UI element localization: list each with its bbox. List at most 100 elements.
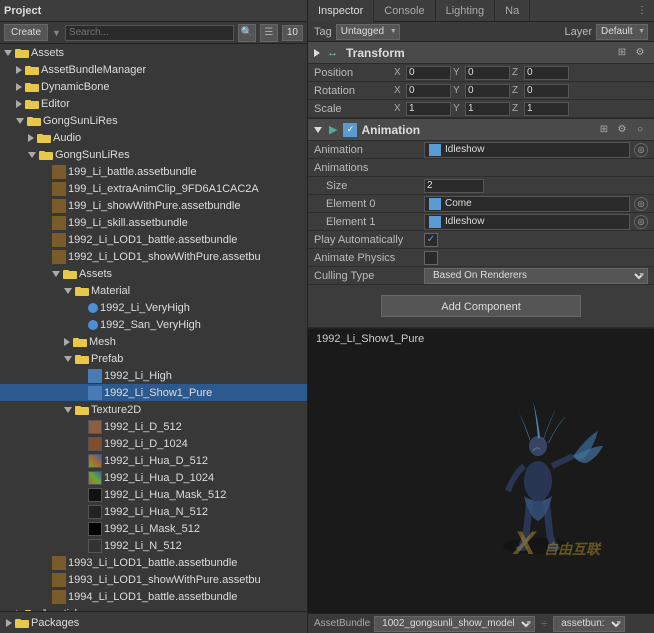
tree-item-1993-lod1-show[interactable]: 1993_Li_LOD1_showWithPure.assetbu [0, 571, 307, 588]
tab-inspector[interactable]: Inspector [308, 0, 374, 22]
tab-na[interactable]: Na [495, 0, 530, 22]
tree-item-editor[interactable]: Editor [0, 95, 307, 112]
size-row: Size [308, 177, 654, 195]
layer-select[interactable]: Default [596, 24, 648, 40]
culling-select[interactable]: Based On Renderers [424, 268, 648, 284]
element0-clip-field: Come [424, 196, 630, 212]
tree-item-199-skill[interactable]: 199_Li_skill.assetbundle [0, 214, 307, 231]
size-input[interactable] [424, 179, 484, 193]
packages-section[interactable]: Packages [0, 611, 307, 633]
tree-item-1992-hua-d-1024[interactable]: 1992_Li_Hua_D_1024 [0, 469, 307, 486]
tree-item-audio[interactable]: Audio [0, 129, 307, 146]
layer-select-wrapper: Default [596, 24, 648, 40]
item-count: 10 [282, 25, 303, 41]
pos-x-input[interactable] [406, 66, 451, 80]
inspector-panel: Inspector Console Lighting Na ⋮ Tag Unta… [308, 0, 654, 633]
scale-y-input[interactable] [465, 102, 510, 116]
project-title: Project [4, 5, 41, 17]
tab-console-label: Console [384, 5, 424, 17]
tree-item-assetbundlemanager[interactable]: AssetBundleManager [0, 61, 307, 78]
tree-item-1992-lod1-battle[interactable]: 1992_Li_LOD1_battle.assetbundle [0, 231, 307, 248]
rot-y-input[interactable] [465, 84, 510, 98]
variant-select[interactable]: assetbun: [553, 616, 625, 632]
tree-item-1992-mask-512[interactable]: 1992_Li_Mask_512 [0, 520, 307, 537]
tree-label: AssetBundleManager [41, 64, 146, 76]
assetbundle-select[interactable]: 1002_gongsunli_show_model [374, 616, 535, 632]
anim-icon-btn-2[interactable]: ⚙ [614, 122, 630, 138]
add-component-button[interactable]: Add Component [381, 295, 581, 317]
tree-item-prefab[interactable]: Prefab [0, 350, 307, 367]
tree-item-1992-li-high[interactable]: 1992_Li_High [0, 367, 307, 384]
animation-pick-btn[interactable]: ◎ [634, 143, 648, 157]
tree-item-1993-lod1-battle[interactable]: 1993_Li_LOD1_battle.assetbundle [0, 554, 307, 571]
tree-item-199-extra[interactable]: 199_Li_extraAnimClip_9FD6A1CAC2A [0, 180, 307, 197]
element0-label: Element 0 [314, 198, 424, 210]
tree-item-1992-show1-pure[interactable]: 1992_Li_Show1_Pure [0, 384, 307, 401]
assetbundle-label: AssetBundle [314, 618, 370, 629]
tree-label: Assets [31, 47, 64, 59]
animation-section: ▶ ✓ Animation ⊞ ⚙ ○ Animation Idleshow ◎ [308, 119, 654, 285]
create-button[interactable]: Create [4, 24, 48, 41]
tree-item-1992-lod1-show[interactable]: 1992_Li_LOD1_showWithPure.assetbu [0, 248, 307, 265]
filter-icon[interactable]: ☰ [260, 24, 278, 42]
tree-item-assets-root[interactable]: Assets [0, 44, 307, 61]
size-value [424, 179, 648, 193]
tree-item-1992-d-512[interactable]: 1992_Li_D_512 [0, 418, 307, 435]
pos-y-input[interactable] [465, 66, 510, 80]
play-auto-checkbox[interactable]: ✓ [424, 233, 438, 247]
scale-z-input[interactable] [524, 102, 569, 116]
tree-item-dynamicbone[interactable]: DynamicBone [0, 78, 307, 95]
tree-label: 1992_Li_D_1024 [104, 438, 188, 450]
svg-text:自由互联: 自由互联 [544, 541, 602, 557]
scale-x-input[interactable] [406, 102, 451, 116]
position-coords: X Y Z [394, 66, 648, 80]
pos-z-input[interactable] [524, 66, 569, 80]
tree-item-1992-hua-d-512[interactable]: 1992_Li_Hua_D_512 [0, 452, 307, 469]
tree-item-1992-n-512[interactable]: 1992_Li_N_512 [0, 537, 307, 554]
transform-header: ↔ Transform ⊞ ⚙ [308, 42, 654, 64]
tab-lighting-label: Lighting [446, 5, 485, 17]
tag-select[interactable]: Untagged [336, 24, 400, 40]
anim-icon-btn-3[interactable]: ○ [632, 122, 648, 138]
rot-z-input[interactable] [524, 84, 569, 98]
tree-item-mesh[interactable]: Mesh [0, 333, 307, 350]
tree-label: 199_Li_extraAnimClip_9FD6A1CAC2A [68, 183, 259, 195]
tree-item-texture2d[interactable]: Texture2D [0, 401, 307, 418]
rot-z-label: Z [512, 85, 522, 96]
tree-item-1994-lod1-battle[interactable]: 1994_Li_LOD1_battle.assetbundle [0, 588, 307, 605]
tree-item-1992-san-veryhigh[interactable]: 1992_San_VeryHigh [0, 316, 307, 333]
tree-item-gongsunlires-parent[interactable]: GongSunLiRes [0, 112, 307, 129]
tab-lighting[interactable]: Lighting [436, 0, 496, 22]
tree-item-1992-hua-n-512[interactable]: 1992_Li_Hua_N_512 [0, 503, 307, 520]
transform-icon-btn-2[interactable]: ⚙ [632, 45, 648, 61]
tree-label: Assets [79, 268, 112, 280]
panel-options-btn[interactable]: ⋮ [634, 3, 650, 19]
tree-item-gongsunlires-child[interactable]: GongSunLiRes [0, 146, 307, 163]
preview-label: 1992_Li_Show1_Pure [316, 333, 424, 345]
animation-value-row: Animation Idleshow ◎ [308, 141, 654, 159]
tree-label: 199_Li_showWithPure.assetbundle [68, 200, 240, 212]
animation-checkbox[interactable]: ✓ [343, 123, 357, 137]
tree-item-1992-hua-mask-512[interactable]: 1992_Li_Hua_Mask_512 [0, 486, 307, 503]
search-icon[interactable]: 🔍 [238, 24, 256, 42]
element1-pick-btn[interactable]: ◎ [634, 215, 648, 229]
tree-item-199-battle[interactable]: 199_Li_battle.assetbundle [0, 163, 307, 180]
element0-pick-btn[interactable]: ◎ [634, 197, 648, 211]
tree-label: 1992_San_VeryHigh [100, 319, 201, 331]
tree-item-assets-sub[interactable]: Assets [0, 265, 307, 282]
tree-item-199-show[interactable]: 199_Li_showWithPure.assetbundle [0, 197, 307, 214]
animate-physics-checkbox[interactable] [424, 251, 438, 265]
animation-icons: ⊞ ⚙ ○ [596, 122, 648, 138]
search-input[interactable] [65, 25, 234, 41]
anim-icon-btn-1[interactable]: ⊞ [596, 122, 612, 138]
rot-x-input[interactable] [406, 84, 451, 98]
animation-field-label: Animation [314, 144, 424, 156]
tree-label: 199_Li_skill.assetbundle [68, 217, 188, 229]
animate-physics-label: Animate Physics [314, 252, 424, 264]
tree-item-1992-d-1024[interactable]: 1992_Li_D_1024 [0, 435, 307, 452]
pos-z-label: Z [512, 67, 522, 78]
tree-item-1992-veryhigh[interactable]: 1992_Li_VeryHigh [0, 299, 307, 316]
tree-item-material[interactable]: Material [0, 282, 307, 299]
transform-icon-btn-1[interactable]: ⊞ [614, 45, 630, 61]
tab-console[interactable]: Console [374, 0, 435, 22]
